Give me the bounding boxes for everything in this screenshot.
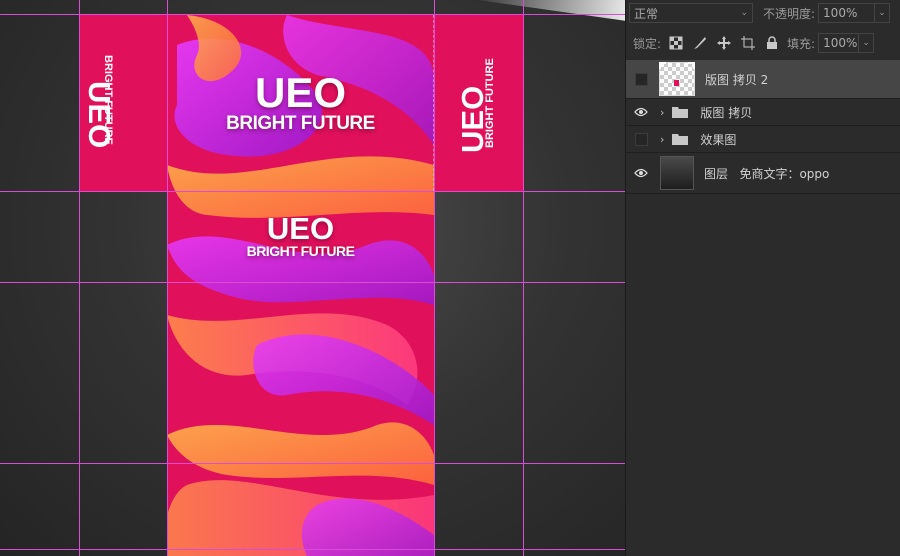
chevron-down-icon: ⌄ xyxy=(740,8,748,18)
fill-dropdown[interactable]: ⌄ xyxy=(858,33,875,53)
lock-transparent-pixels-icon[interactable] xyxy=(669,36,683,50)
layer-name: 效果图 xyxy=(700,132,737,147)
folder-icon xyxy=(672,107,689,118)
top-title: UEO xyxy=(266,211,335,246)
layers-panel: 正常 ⌄ 不透明度: 100% ⌄ 锁定: 填充: 100% ⌄ 版图 拷贝 2… xyxy=(625,0,900,556)
front-title: UEO xyxy=(254,69,346,116)
chevron-down-icon: ⌄ xyxy=(862,38,870,48)
blend-mode-value: 正常 xyxy=(634,6,659,21)
layer-row[interactable]: › 效果图 xyxy=(626,126,900,153)
right-side-subtitle: BRIGHT FUTURE xyxy=(484,58,496,148)
layer-thumbnail xyxy=(660,156,694,190)
layer-row[interactable]: 图层 免商文字：oppo xyxy=(626,153,900,194)
visibility-toggle[interactable] xyxy=(626,132,656,146)
lock-row: 锁定: 填充: 100% ⌄ xyxy=(626,32,900,54)
left-side-panel: UEO BRIGHT FUTURE xyxy=(79,15,167,191)
layer-name: 图层 免商文字：oppo xyxy=(704,166,830,181)
opacity-value: 100% xyxy=(823,6,858,20)
visibility-toggle[interactable] xyxy=(626,107,656,117)
top-subtitle: BRIGHT FUTURE xyxy=(246,243,355,259)
guide-line[interactable] xyxy=(79,0,80,556)
smart-object-icon xyxy=(659,62,695,86)
lock-label: 锁定: xyxy=(633,36,662,51)
eye-icon xyxy=(634,168,648,178)
visibility-off-box xyxy=(634,72,648,86)
right-side-panel: UEO BRIGHT FUTURE xyxy=(434,15,523,191)
artboard-nesting-icon[interactable] xyxy=(741,36,756,50)
visibility-toggle[interactable] xyxy=(626,168,656,178)
center-artwork: UEO BRIGHT FUTURE UEO BRIGHT FUTURE xyxy=(167,15,434,556)
layer-row[interactable]: › 版图 拷贝 xyxy=(626,99,900,126)
guide-line[interactable] xyxy=(167,0,168,556)
guide-line[interactable] xyxy=(0,463,625,464)
layer-row[interactable]: 版图 拷贝 2 xyxy=(626,60,900,99)
guide-line[interactable] xyxy=(0,191,625,192)
fill-label: 填充: xyxy=(787,36,816,51)
eye-icon xyxy=(634,107,648,117)
expand-chevron-icon[interactable]: › xyxy=(660,133,664,146)
lock-icon[interactable] xyxy=(765,36,779,50)
chevron-down-icon: ⌄ xyxy=(878,8,886,18)
opacity-dropdown[interactable]: ⌄ xyxy=(874,3,891,23)
visibility-toggle[interactable] xyxy=(626,72,656,86)
guide-line[interactable] xyxy=(523,0,524,556)
expand-chevron-icon[interactable]: › xyxy=(660,106,664,119)
layer-thumbnail xyxy=(659,62,695,96)
guide-line[interactable] xyxy=(0,282,625,283)
left-side-subtitle: BRIGHT FUTURE xyxy=(102,55,114,145)
brush-icon[interactable] xyxy=(693,36,707,50)
fill-value: 100% xyxy=(823,36,858,50)
opacity-label: 不透明度: xyxy=(763,6,816,21)
fill-input[interactable]: 100% xyxy=(818,33,859,53)
visibility-off-box xyxy=(634,132,648,146)
move-icon[interactable] xyxy=(717,36,732,50)
blend-row: 正常 ⌄ 不透明度: 100% ⌄ xyxy=(626,2,900,24)
layer-name: 版图 拷贝 2 xyxy=(705,72,769,87)
guide-line[interactable] xyxy=(0,549,625,550)
opacity-input[interactable]: 100% xyxy=(818,3,875,23)
folder-icon xyxy=(672,134,689,145)
document-canvas[interactable]: UEO BRIGHT FUTURE UEO BRIGHT FUTURE UEO … xyxy=(0,0,625,556)
guide-line[interactable] xyxy=(0,14,625,15)
front-subtitle: BRIGHT FUTURE xyxy=(226,113,375,134)
guide-line[interactable] xyxy=(434,0,435,556)
layer-name: 版图 拷贝 xyxy=(700,105,753,120)
blend-mode-select[interactable]: 正常 ⌄ xyxy=(629,3,753,23)
